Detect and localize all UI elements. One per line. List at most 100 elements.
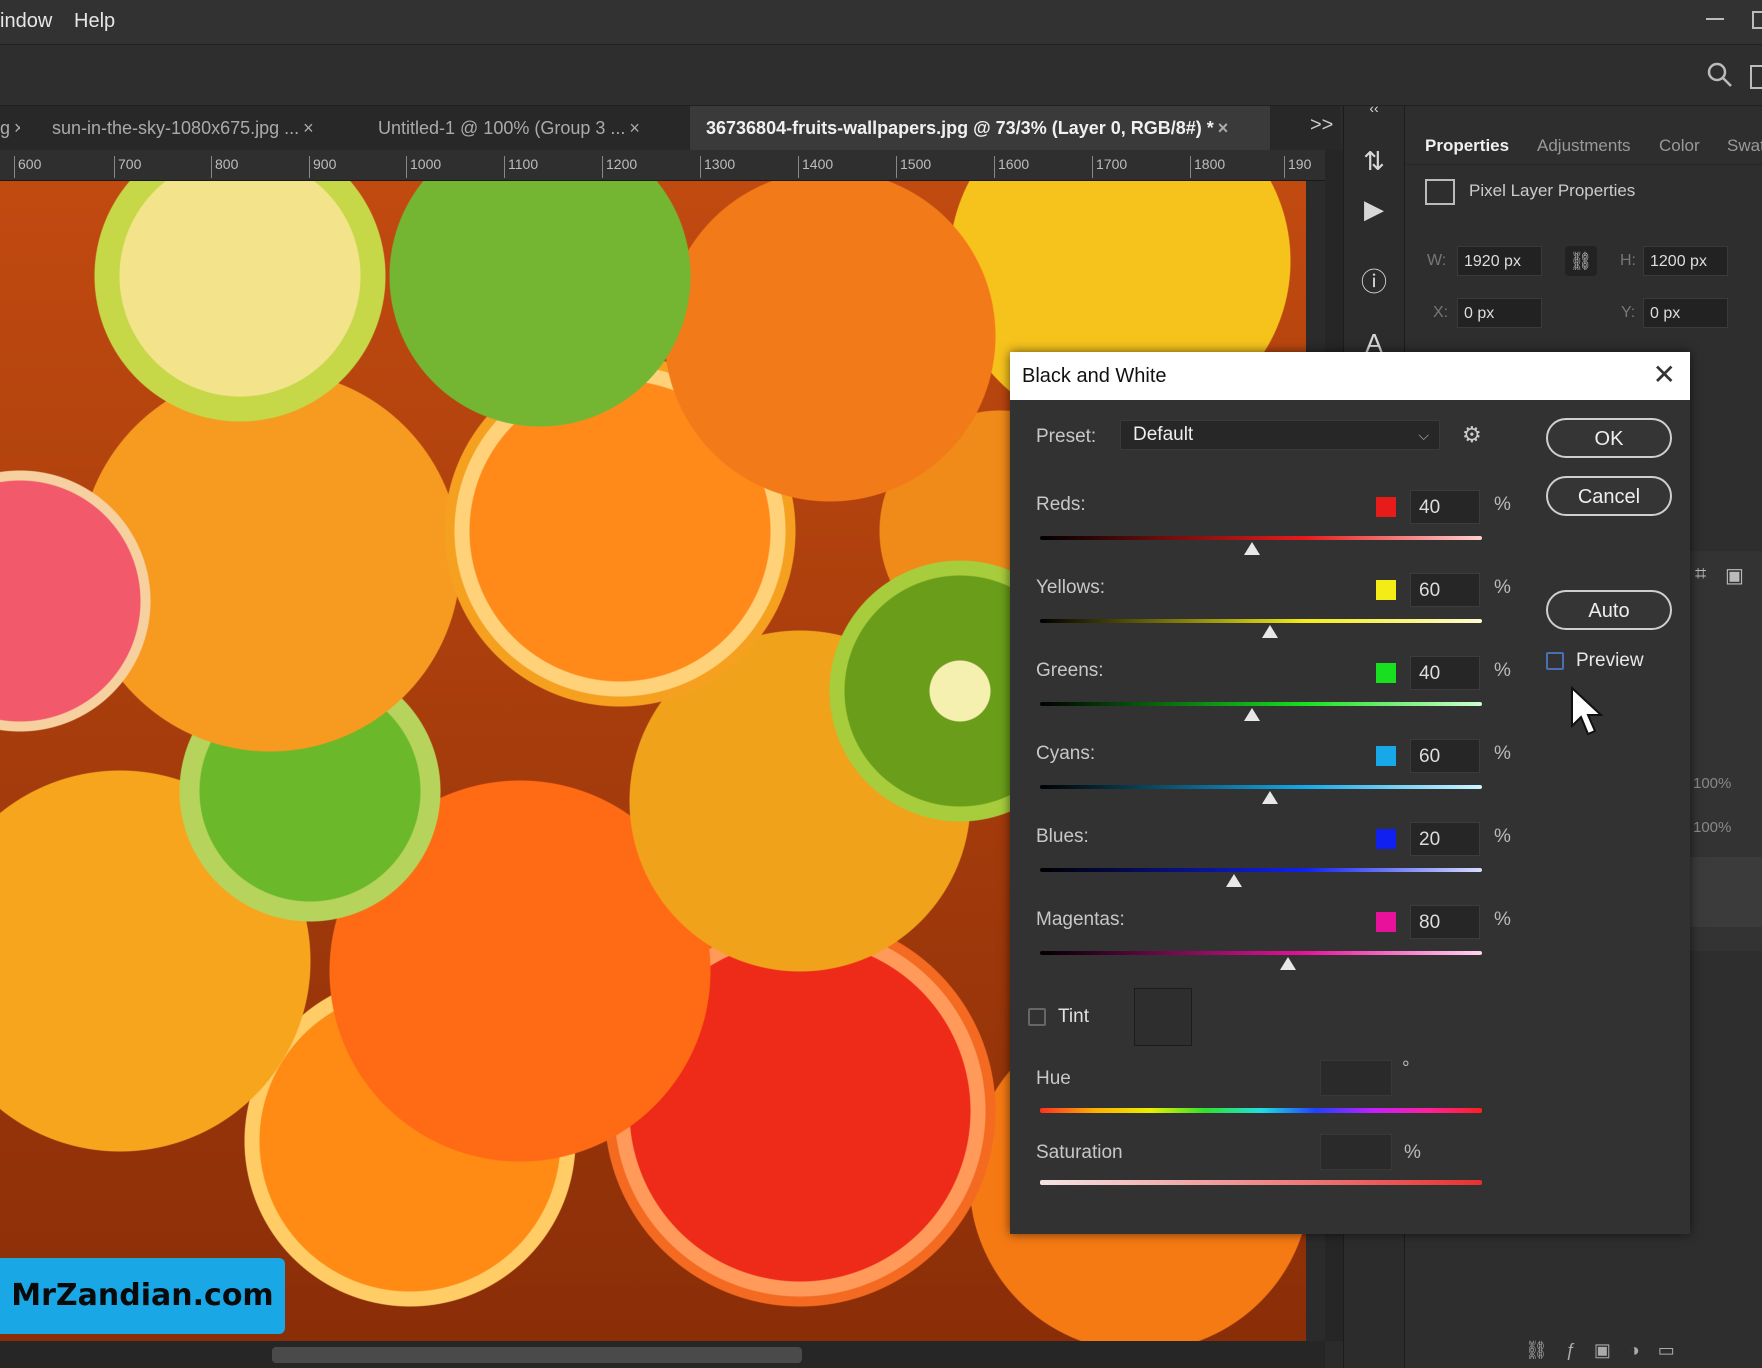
slider-label: Reds: — [1036, 494, 1086, 515]
unit-label: % — [1494, 826, 1511, 847]
slider-thumb[interactable] — [1261, 625, 1278, 638]
slider-track[interactable] — [1040, 702, 1482, 706]
ruler-tick: 800 — [211, 156, 238, 178]
ruler-tick: 1800 — [1190, 156, 1225, 178]
tab-fruits-wallpapers[interactable]: 36736804-fruits-wallpapers.jpg @ 73/3% (… — [690, 106, 1270, 150]
close-icon[interactable]: ✕ — [1653, 360, 1676, 390]
search-icon[interactable] — [1706, 61, 1734, 89]
close-tab-icon[interactable]: × — [629, 118, 640, 138]
cancel-button[interactable]: Cancel — [1546, 476, 1672, 516]
height-label: H: — [1620, 252, 1636, 269]
watermark-logo: MrZandian.com — [0, 1258, 285, 1334]
actions-play-icon[interactable]: ▶ — [1344, 194, 1404, 225]
preset-dropdown[interactable]: Default ⌵ — [1120, 420, 1440, 450]
value-field[interactable]: 20 — [1410, 822, 1480, 856]
height-field[interactable]: 1200 px — [1643, 246, 1728, 276]
menu-bar: indow Help — [0, 0, 1762, 45]
tab-properties[interactable]: Properties — [1425, 136, 1509, 156]
slider-thumb[interactable] — [1244, 708, 1261, 721]
tint-checkbox[interactable] — [1028, 1008, 1046, 1026]
preset-value: Default — [1133, 424, 1194, 445]
ruler-tick: 1300 — [700, 156, 735, 178]
auto-button[interactable]: Auto — [1546, 590, 1672, 630]
unit-label: % — [1494, 743, 1511, 764]
black-and-white-dialog: Black and White ✕ Preset: Default ⌵ ⚙ OK… — [1010, 352, 1690, 1234]
menu-help[interactable]: Help — [74, 10, 115, 33]
hue-field[interactable] — [1320, 1060, 1392, 1096]
ruler-tick: 190 — [1284, 156, 1311, 178]
value-field[interactable]: 80 — [1410, 905, 1480, 939]
slider-track[interactable] — [1040, 785, 1482, 789]
horizontal-scroll-thumb[interactable] — [272, 1347, 802, 1363]
gear-icon[interactable]: ⚙ — [1462, 422, 1482, 448]
layer-row[interactable] — [1685, 857, 1762, 927]
tab-adjustments[interactable]: Adjustments — [1537, 136, 1631, 156]
slider-thumb[interactable] — [1279, 957, 1296, 970]
slider-track[interactable] — [1040, 619, 1482, 623]
color-swatch — [1376, 663, 1396, 683]
minimize-icon[interactable] — [1706, 18, 1724, 20]
tab-label: Untitled-1 @ 100% (Group 3 ... — [378, 118, 626, 138]
color-swatch — [1376, 497, 1396, 517]
slider-track[interactable] — [1040, 536, 1482, 540]
value-field[interactable]: 40 — [1410, 490, 1480, 524]
restore-icon[interactable] — [1752, 11, 1762, 29]
opacity-value[interactable]: 100% — [1693, 775, 1731, 792]
tab-label: sun-in-the-sky-1080x675.jpg ... — [52, 118, 300, 138]
dialog-titlebar[interactable]: Black and White ✕ — [1010, 352, 1690, 400]
slider-thumb[interactable] — [1261, 791, 1278, 804]
slider-label: Cyans: — [1036, 743, 1096, 764]
history-icon[interactable]: ⇅ — [1344, 146, 1404, 177]
value-field[interactable]: 60 — [1410, 739, 1480, 773]
close-tab-icon[interactable]: × — [303, 118, 314, 138]
lock-icon[interactable]: ▣ — [1725, 563, 1744, 588]
ruler-tick: 1400 — [798, 156, 833, 178]
y-label: Y: — [1621, 304, 1636, 321]
saturation-field[interactable] — [1320, 1134, 1392, 1170]
color-swatch — [1376, 746, 1396, 766]
hue-slider[interactable] — [1040, 1108, 1482, 1113]
saturation-slider[interactable] — [1040, 1180, 1482, 1185]
tab-sun-in-the-sky[interactable]: sun-in-the-sky-1080x675.jpg ... × — [40, 106, 362, 150]
collapse-icon[interactable]: ‹‹ — [1344, 100, 1404, 116]
preset-label: Preset: — [1036, 426, 1097, 447]
section-title: Pixel Layer Properties — [1469, 181, 1636, 200]
color-swatch — [1376, 912, 1396, 932]
slider-label: Magentas: — [1036, 909, 1125, 930]
tab-untitled-1[interactable]: Untitled-1 @ 100% (Group 3 ... × — [370, 106, 688, 150]
value-field[interactable]: 40 — [1410, 656, 1480, 690]
degree-label: ° — [1402, 1058, 1410, 1079]
slider-thumb[interactable] — [1244, 542, 1261, 555]
unit-label: % — [1494, 577, 1511, 598]
width-field[interactable]: 1920 px — [1457, 246, 1542, 276]
slider-thumb[interactable] — [1226, 874, 1243, 887]
slider-track[interactable] — [1040, 951, 1482, 955]
dialog-title: Black and White — [1022, 365, 1167, 387]
tab-color[interactable]: Color — [1659, 136, 1700, 156]
tint-color-swatch[interactable] — [1134, 988, 1192, 1046]
menu-window[interactable]: indow — [0, 10, 52, 33]
slider-track[interactable] — [1040, 868, 1482, 872]
tab-overflow-icon[interactable]: >> — [1310, 114, 1333, 137]
preview-checkbox[interactable] — [1546, 652, 1564, 670]
fill-value[interactable]: 100% — [1693, 819, 1731, 836]
info-icon[interactable]: ⓘ — [1344, 262, 1404, 299]
close-tab-icon[interactable]: × — [1218, 118, 1229, 138]
value-field[interactable]: 60 — [1410, 573, 1480, 607]
hue-label: Hue — [1036, 1068, 1071, 1089]
unit-label: % — [1494, 909, 1511, 930]
workspace-icon[interactable] — [1750, 65, 1762, 89]
x-field[interactable]: 0 px — [1457, 298, 1542, 328]
ok-button[interactable]: OK — [1546, 418, 1672, 458]
ruler-tick: 1600 — [994, 156, 1029, 178]
transform-icon[interactable]: ⌗ — [1695, 563, 1706, 586]
ruler-tick: 1100 — [504, 156, 538, 178]
link-icon[interactable]: ⛓ — [1565, 246, 1597, 276]
y-field[interactable]: 0 px — [1643, 298, 1728, 328]
slider-label: Greens: — [1036, 660, 1104, 681]
document-tabs: g × sun-in-the-sky-1080x675.jpg ... × Unti… — [0, 106, 1340, 150]
unit-label: % — [1404, 1142, 1421, 1163]
tab-swatches[interactable]: Swat — [1727, 136, 1762, 156]
color-swatch — [1376, 580, 1396, 600]
tab-partial[interactable]: g × — [0, 106, 20, 150]
